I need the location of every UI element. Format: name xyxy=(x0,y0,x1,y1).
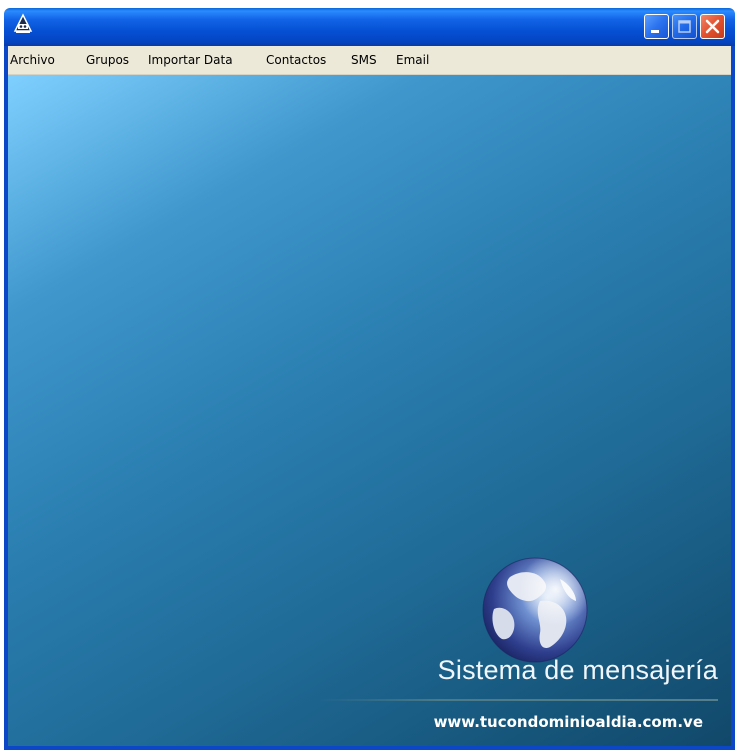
close-icon xyxy=(705,19,720,34)
client-area: Sistema de mensajería www.tucondominioal… xyxy=(8,75,731,746)
maximize-button[interactable] xyxy=(672,14,697,39)
app-window: Archivo Grupos Importar Data Contactos S… xyxy=(0,0,739,756)
app-logo-icon[interactable] xyxy=(12,13,34,35)
splash-title: Sistema de mensajería xyxy=(437,655,718,685)
minimize-icon xyxy=(651,30,659,33)
close-button[interactable] xyxy=(700,14,725,39)
minimize-button[interactable] xyxy=(644,14,669,39)
menu-item-importar-data[interactable]: Importar Data xyxy=(148,52,233,68)
splash-url: www.tucondominioaldia.com.ve xyxy=(433,713,703,731)
window-frame-bottom xyxy=(4,746,735,750)
globe-icon xyxy=(482,557,588,663)
menu-item-sms[interactable]: SMS xyxy=(351,52,377,68)
window-frame-left xyxy=(4,46,8,748)
title-bar[interactable] xyxy=(4,8,735,46)
maximize-icon xyxy=(678,20,691,33)
menu-bar: Archivo Grupos Importar Data Contactos S… xyxy=(4,46,735,75)
menu-item-email[interactable]: Email xyxy=(396,52,429,68)
menu-item-grupos[interactable]: Grupos xyxy=(86,52,129,68)
window-frame-right xyxy=(731,46,735,748)
menu-item-archivo[interactable]: Archivo xyxy=(10,52,55,68)
menu-item-contactos[interactable]: Contactos xyxy=(266,52,326,68)
splash-divider xyxy=(318,699,718,701)
